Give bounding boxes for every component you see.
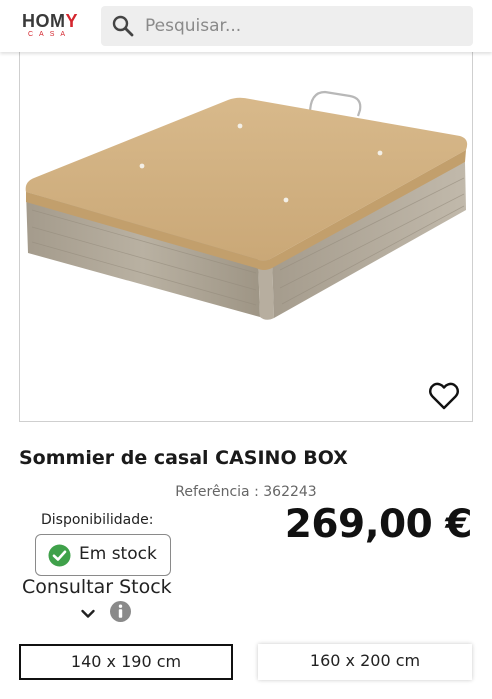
search-bar[interactable]	[101, 6, 473, 46]
logo-wordmark: HOMY	[22, 11, 78, 32]
stock-status-badge: Em stock	[35, 534, 171, 576]
size-option-140x190[interactable]: 140 x 190 cm	[19, 644, 233, 680]
size-option-160x200[interactable]: 160 x 200 cm	[258, 644, 472, 680]
info-icon[interactable]	[110, 601, 131, 622]
search-icon[interactable]	[111, 14, 135, 38]
product-price: 269,00 €	[284, 502, 473, 547]
logo-subtext: CASA	[28, 31, 72, 38]
consult-stock-link[interactable]: Consultar Stock	[22, 576, 172, 598]
logo-accent-text: Y	[65, 11, 79, 31]
heart-icon[interactable]	[428, 381, 460, 411]
check-circle-icon	[48, 544, 71, 567]
top-bar: HOMY CASA	[0, 0, 492, 52]
chevron-down-icon[interactable]	[80, 606, 96, 622]
homy-logo[interactable]: HOMY CASA	[22, 11, 86, 41]
product-title: Sommier de casal CASINO BOX	[19, 447, 348, 469]
logo-text: HOM	[22, 11, 66, 31]
product-image[interactable]	[20, 52, 472, 421]
stock-status-text: Em stock	[79, 544, 157, 564]
product-image-frame	[19, 52, 473, 422]
product-reference: Referência : 362243	[175, 484, 317, 500]
search-input[interactable]	[145, 6, 465, 46]
availability-label: Disponibilidade:	[41, 512, 154, 528]
